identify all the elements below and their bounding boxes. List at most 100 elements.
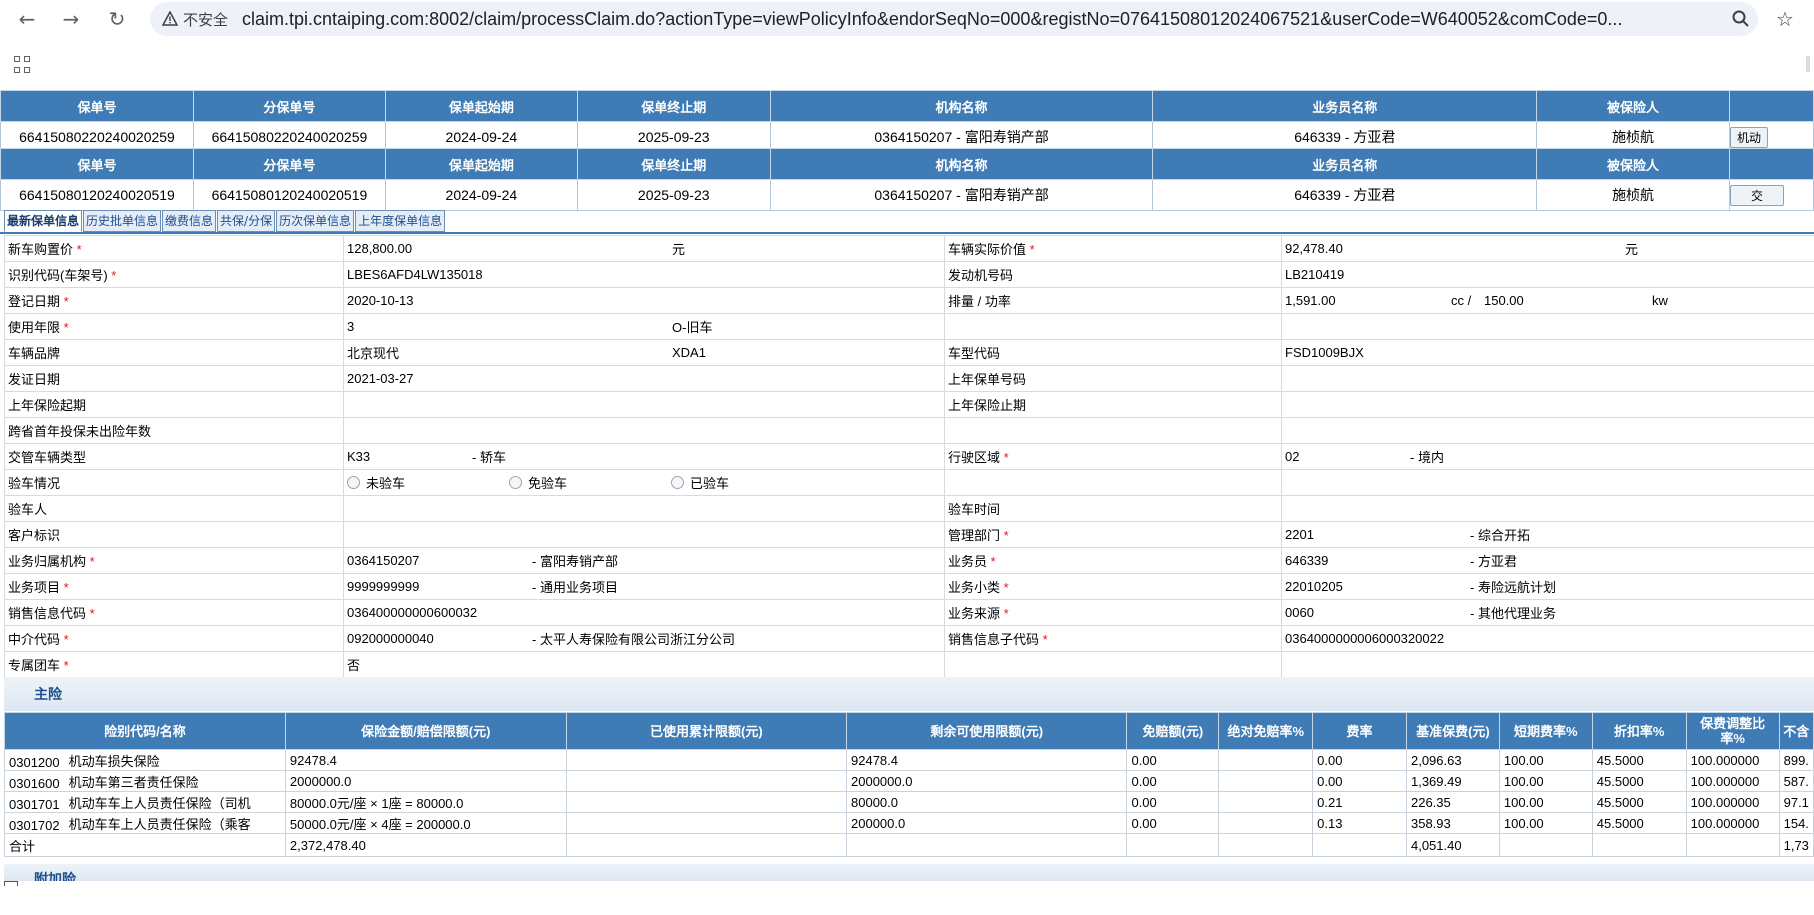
broker-code: 092000000040 [347,631,434,646]
col-used: 已使用累计限额(元) [565,712,848,750]
policy-action-cell: 交 [1728,179,1814,211]
last-end-label: 上年保险止期 [944,391,1282,418]
header-agent: 业务员名称 [1152,148,1538,180]
required-mark: * [1003,528,1009,543]
radio-circle[interactable] [347,476,360,489]
coverage-remain: 2000000.0 [846,770,1128,792]
main-coverage-section-header[interactable]: 主险 [4,677,1814,711]
col-short-rate: 短期费率% [1498,712,1593,750]
col-discount: 折扣率% [1591,712,1687,750]
tab-history-policy[interactable]: 历次保单信息 [276,210,355,232]
apps-grid-icon[interactable] [14,56,32,74]
policy-table-1: 保单号 分保单号 保单起始期 保单终止期 机构名称 业务员名称 被保险人 664… [0,90,1814,153]
radio-inspected[interactable]: 已验车 [671,473,729,492]
coverage-short: 100.00 [1498,749,1593,771]
bookmark-star-icon[interactable]: ☆ [1770,4,1800,34]
required-mark: * [1042,632,1048,647]
section-title: 附加险 [34,871,76,881]
coverage-remain: 200000.0 [846,812,1128,834]
url-text[interactable]: claim.tpi.cntaiping.com:8002/claim/proce… [242,9,1622,30]
zoom-icon[interactable] [1726,4,1756,34]
vin-label: 识别代码(车架号) [8,268,108,283]
actual-value-label: 车辆实际价值 [948,242,1027,257]
coverage-remain: 92478.4 [846,749,1128,771]
header-policy-no: 保单号 [0,148,194,180]
policy-row: 66415080120240020519 6641508012024002051… [0,179,1814,211]
coverage-used [565,791,848,813]
coverage-row: 0301200 机动车损失保险 92478.4 92478.4 0.00 0.0… [4,749,1814,771]
coverage-net: 899. [1778,749,1814,771]
model-code: FSD1009BJX [1281,339,1814,366]
coverage-abs-rate [1218,749,1314,771]
coverage-short: 100.00 [1498,791,1593,813]
new-car-price: 128,800.00 [347,241,413,256]
last-start-label: 上年保险起期 [4,391,344,418]
total-label: 合计 [4,833,286,857]
back-icon[interactable]: ← [12,4,42,34]
source-label: 业务来源 [948,606,1001,621]
sales-code-label: 销售信息代码 [8,606,87,621]
coverage-abs-rate [1218,812,1314,834]
issue-date-label: 发证日期 [4,365,344,392]
tab-coinsurance[interactable]: 共保/分保 [217,210,276,232]
insecure-indicator[interactable]: 不安全 [162,9,228,30]
radio-circle[interactable] [671,476,684,489]
years-label: 使用年限 [8,320,61,335]
tab-latest-policy[interactable]: 最新保单信息 [4,210,83,232]
radio-circle[interactable] [509,476,522,489]
tab-history-endorsement[interactable]: 历史批单信息 [83,210,162,232]
col-net: 不含 [1778,712,1814,750]
forward-icon[interactable]: → [56,4,86,34]
policy-action-button[interactable]: 交 [1730,184,1784,206]
addon-coverage-section-header[interactable]: 附加险 [4,864,1814,881]
coverage-name: 机动车车上人员责任保险（司机 [68,795,251,811]
total-base: 4,051.40 [1405,833,1500,857]
coverage-deductible: 0.00 [1126,791,1220,813]
required-mark: * [1003,606,1009,621]
coverage-total-row: 合计 2,372,478.40 4,051.40 1,73 [4,833,1814,857]
policy-no: 66415080120240020519 [0,179,194,211]
car-age: O-旧车 [672,320,713,335]
sales-code: 036400000000600032 [343,599,945,626]
coverage-abs-rate [1218,770,1314,792]
tab-payment[interactable]: 缴费信息 [162,210,217,232]
required-mark: * [89,554,95,569]
area: - 境内 [1410,450,1444,465]
vin: LBES6AFD4LW135018 [343,261,945,288]
required-mark: * [89,606,95,621]
col-amount: 保险金额/赔偿限额(元) [284,712,567,750]
coverage-base: 226.35 [1405,791,1500,813]
displacement: 1,591.00 [1285,293,1336,308]
header-start: 保单起始期 [384,90,578,122]
inspect-time-label: 验车时间 [944,495,1282,522]
mgmt-dept-code: 2201 [1285,527,1314,542]
coverage-code: 0301701 [9,796,60,812]
required-mark: * [990,554,996,569]
required-mark: * [63,320,69,335]
unit-kw: kw [1652,293,1668,308]
address-bar[interactable]: 不安全 claim.tpi.cntaiping.com:8002/claim/p… [150,2,1758,36]
sub-policy-no: 66415080120240020519 [192,179,386,211]
cross-province-label: 跨省首年投保未出险年数 [4,417,344,444]
radio-not-inspected[interactable]: 未验车 [347,473,509,492]
vehicle-type: - 轿车 [472,450,506,465]
broker-label: 中介代码 [8,632,61,647]
agent-code: 646339 [1285,553,1329,568]
coverage-rate: 0.00 [1312,749,1407,771]
coverage-abs-rate [1218,791,1314,813]
broker-name: - 太平人寿保险有限公司浙江分公司 [532,632,735,647]
reload-icon[interactable]: ↻ [102,4,132,34]
fleet-label: 专属团车 [8,658,61,673]
header-start: 保单起始期 [384,148,578,180]
policy-action-button[interactable]: 机动 [1730,126,1768,148]
sales-sub-label: 销售信息子代码 [948,632,1040,647]
power: 150.00 [1484,293,1524,308]
required-mark: * [111,268,117,283]
col-abs-rate: 绝对免赔率% [1218,712,1314,750]
radio-exempt[interactable]: 免验车 [509,473,671,492]
col-base-premium: 基准保费(元) [1405,712,1500,750]
collapse-handle[interactable] [4,881,18,886]
policy-header-row: 保单号 分保单号 保单起始期 保单终止期 机构名称 业务员名称 被保险人 [0,148,1814,180]
tab-last-year-policy[interactable]: 上年度保单信息 [355,210,446,232]
customer-label: 客户标识 [4,521,344,548]
